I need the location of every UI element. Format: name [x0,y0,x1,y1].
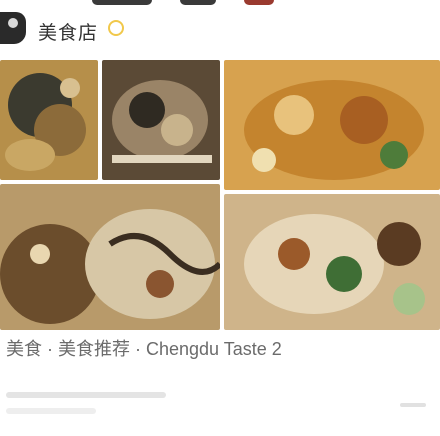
post-caption: 美食 · 美食推荐 · Chengdu Taste 2 [6,339,282,359]
dish-image-icon [224,194,440,330]
more-options-icon[interactable] [400,403,426,407]
dish-image-icon [224,60,440,190]
food-photo-2[interactable] [102,60,220,180]
status-fragment [92,0,152,5]
verified-badge-icon [108,20,124,36]
status-fragment [180,0,216,5]
photo-grid[interactable] [0,60,440,330]
food-photo-1[interactable] [0,60,98,180]
user-avatar-icon[interactable] [0,12,26,44]
caption-placeholder-line [6,392,166,398]
account-name[interactable]: 美食店 [38,18,98,45]
dish-image-icon [102,60,220,180]
food-photo-4[interactable] [0,184,220,330]
dish-image-icon [0,60,98,180]
food-photo-3[interactable] [224,60,440,190]
caption-placeholder-line [6,408,96,414]
dish-image-icon [0,184,220,330]
post-header: 美食店 [0,6,440,46]
status-fragment [244,0,274,5]
food-photo-5[interactable] [224,194,440,330]
